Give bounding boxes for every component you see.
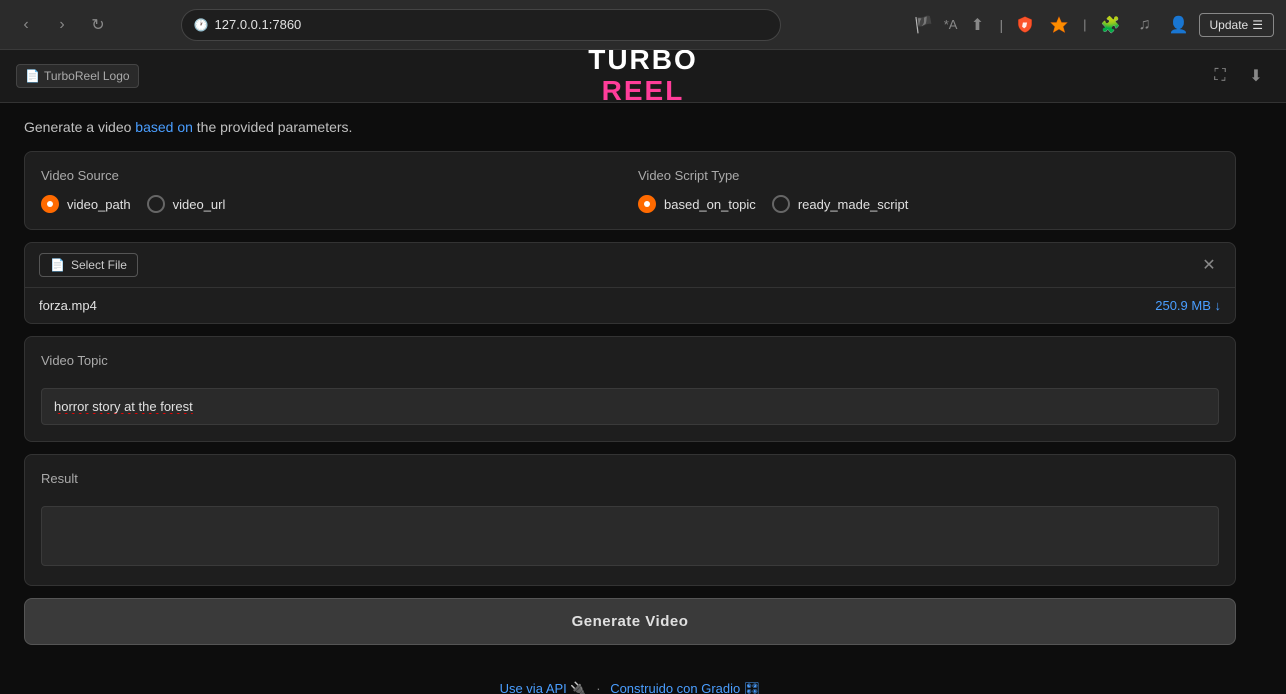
browser-chrome: ‹ › ↻ 🕐 127.0.0.1:7860 🏴️ *⁠A ⬆ | | 🧩 ♫ … [0,0,1286,50]
radio-video-path-circle [41,195,59,213]
browser-right-controls: 🏴️ *⁠A ⬆ | | 🧩 ♫ 👤 Update ☰ [910,11,1274,39]
radio-video-url-circle [147,195,165,213]
update-label: Update [1210,18,1249,32]
page-footer: Use via API 🔌 · Construido con Gradio 🎛 [24,661,1236,694]
separator: | [1083,17,1086,32]
file-select-header: 📄 Select File ✕ [25,243,1235,288]
source-script-card: Video Source video_path video_url [24,151,1236,230]
turboreel-logo: TURBO REEL [588,50,698,107]
page-subtitle: Generate a video based on the provided p… [24,119,1236,135]
generate-video-button[interactable]: Generate Video [24,598,1236,645]
radio-based-on-topic-label: based_on_topic [664,197,756,212]
wallet-icon[interactable]: 👤 [1165,11,1193,39]
update-button[interactable]: Update ☰ [1199,13,1274,37]
radio-video-url-label: video_url [173,197,226,212]
page-content: 📄 TurboReel Logo TURBO REEL ⛶ ⬇ Generate… [0,50,1286,694]
built-text: Construido con Gradio [610,681,740,694]
generate-btn-label: Generate Video [572,613,689,630]
translate-icon[interactable]: 🏴️ [910,11,938,39]
video-script-type-section: Video Script Type based_on_topic ready_m… [638,168,1219,213]
video-topic-input[interactable] [41,388,1219,425]
fullscreen-button[interactable]: ⛶ [1206,62,1234,90]
logo-turbo: TURBO [588,50,698,76]
clock-icon: 🕐 [194,18,209,32]
radio-ready-made-circle [772,195,790,213]
gradio-icon: 🎛 [744,681,761,694]
result-label: Result [41,471,1219,486]
main-area: Generate a video based on the provided p… [0,103,1260,694]
download-button[interactable]: ⬇ [1242,62,1270,90]
footer-dot: · [596,681,600,694]
radio-option-video-path[interactable]: video_path [41,195,131,213]
api-text: Use via API [500,681,567,694]
file-icon: 📄 [25,69,40,83]
api-icon: 🔌 [570,681,586,694]
radio-option-ready-made-script[interactable]: ready_made_script [772,195,909,213]
result-card: Result [24,454,1236,586]
brave-rewards-icon [1045,11,1073,39]
share-icon[interactable]: ⬆ [963,11,991,39]
video-source-label: Video Source [41,168,622,183]
radio-option-video-url[interactable]: video_url [147,195,226,213]
radio-based-on-topic-circle [638,195,656,213]
filename-text: forza.mp4 [39,298,97,313]
file-info-row: forza.mp4 250.9 MB ↓ [25,288,1235,323]
logo-center: TURBO REEL [588,50,698,107]
video-script-type-label: Video Script Type [638,168,1219,183]
result-textarea[interactable] [41,506,1219,566]
video-topic-label: Video Topic [41,353,1219,368]
video-topic-card: Video Topic [24,336,1236,442]
filesize-text: 250.9 MB ↓ [1155,298,1221,313]
forward-button[interactable]: › [48,11,76,39]
gradio-link[interactable]: Construido con Gradio 🎛 [610,681,760,694]
file-btn-icon: 📄 [50,258,65,272]
url-text: 127.0.0.1:7860 [215,17,302,32]
close-file-button[interactable]: ✕ [1197,253,1221,277]
select-file-button[interactable]: 📄 Select File [39,253,138,277]
header-actions: ⛶ ⬇ [1206,62,1270,90]
video-script-type-radio-group: based_on_topic ready_made_script [638,195,1219,213]
extensions-icon[interactable]: 🧩 [1097,11,1125,39]
radio-option-based-on-topic[interactable]: based_on_topic [638,195,756,213]
logo-reel: REEL [588,76,698,107]
address-bar[interactable]: 🕐 127.0.0.1:7860 [181,9,781,41]
back-button[interactable]: ‹ [12,11,40,39]
logo-label-text: TurboReel Logo [44,69,130,83]
video-source-radio-group: video_path video_url [41,195,622,213]
api-link[interactable]: Use via API 🔌 [500,681,591,694]
radio-ready-made-label: ready_made_script [798,197,909,212]
media-icon[interactable]: ♫ [1131,11,1159,39]
file-select-card: 📄 Select File ✕ forza.mp4 250.9 MB ↓ [24,242,1236,324]
logo-label-badge: 📄 TurboReel Logo [16,64,139,88]
select-file-label: Select File [71,258,127,272]
menu-icon: ☰ [1252,18,1263,32]
video-source-section: Video Source video_path video_url [41,168,622,213]
brave-shield-icon [1011,11,1039,39]
reload-button[interactable]: ↻ [84,11,112,39]
translate-icon2[interactable]: *⁠A [944,17,958,32]
radio-video-path-label: video_path [67,197,131,212]
app-header: 📄 TurboReel Logo TURBO REEL ⛶ ⬇ [0,50,1286,103]
